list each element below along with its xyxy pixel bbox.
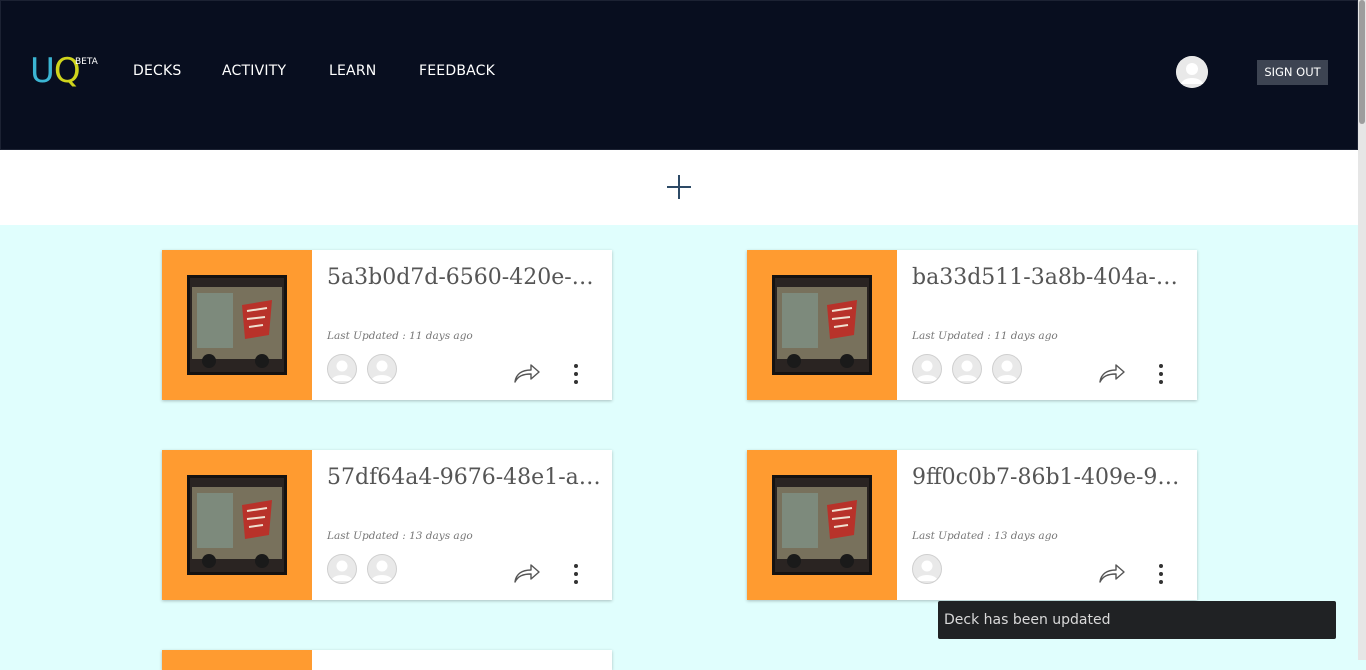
deck-title[interactable]: 9ff0c0b7-86b1-409e-9f… [912, 465, 1187, 490]
collaborator-silhouette-icon [996, 360, 1018, 381]
user-silhouette-icon [1176, 56, 1208, 88]
nav-activity[interactable]: ACTIVITY [222, 63, 286, 79]
deck-title[interactable]: 57df64a4-9676-48e1-a… [327, 465, 602, 490]
deck-cover-image [187, 475, 287, 575]
nav-feedback[interactable]: FEEDBACK [419, 63, 495, 79]
deck-last-updated: Last Updated : 13 days ago [327, 530, 473, 542]
collaborator-avatar[interactable] [367, 554, 397, 584]
deck-card-partial[interactable] [162, 650, 612, 670]
deck-card[interactable]: ba33d511-3a8b-404a-b… Last Updated : 11 d… [747, 250, 1197, 400]
deck-cover-image [772, 475, 872, 575]
collaborator-avatar[interactable] [327, 554, 357, 584]
collaborator-avatar[interactable] [912, 354, 942, 384]
more-vert-icon[interactable] [1153, 562, 1169, 586]
deck-title[interactable]: ba33d511-3a8b-404a-b… [912, 265, 1187, 290]
share-icon[interactable] [513, 562, 541, 584]
user-avatar[interactable] [1176, 56, 1208, 88]
more-vert-icon[interactable] [568, 362, 584, 386]
deck-cover-image [772, 275, 872, 375]
deck-thumbnail[interactable] [747, 250, 897, 400]
nav-decks[interactable]: DECKS [133, 63, 181, 79]
beta-badge: BETA [75, 57, 98, 67]
deck-thumbnail [162, 650, 312, 670]
deck-last-updated: Last Updated : 11 days ago [912, 330, 1058, 342]
collaborator-silhouette-icon [956, 360, 978, 381]
sign-out-button[interactable]: SIGN OUT [1257, 60, 1328, 85]
collaborator-silhouette-icon [371, 560, 393, 581]
top-header: UQ BETA DECKS ACTIVITY LEARN FEEDBACK SI… [0, 0, 1358, 150]
collaborator-silhouette-icon [916, 360, 938, 381]
deck-card[interactable]: 57df64a4-9676-48e1-a… Last Updated : 13 d… [162, 450, 612, 600]
deck-thumbnail[interactable] [162, 450, 312, 600]
scrollbar-thumb[interactable] [1359, 0, 1365, 124]
deck-card[interactable]: 5a3b0d7d-6560-420e-… Last Updated : 11 da… [162, 250, 612, 400]
collaborator-avatar[interactable] [952, 354, 982, 384]
share-icon[interactable] [513, 362, 541, 384]
toast-notification: Deck has been updated [938, 601, 1336, 639]
collaborator-silhouette-icon [331, 360, 353, 381]
collaborator-avatar[interactable] [327, 354, 357, 384]
more-vert-icon[interactable] [1153, 362, 1169, 386]
share-icon[interactable] [1098, 362, 1126, 384]
deck-last-updated: Last Updated : 13 days ago [912, 530, 1058, 542]
logo[interactable]: UQ BETA [30, 51, 98, 93]
nav-learn[interactable]: LEARN [329, 63, 376, 79]
collaborator-avatar[interactable] [992, 354, 1022, 384]
logo-letter-u: U [30, 51, 55, 91]
collaborator-avatar[interactable] [912, 554, 942, 584]
deck-title[interactable]: 5a3b0d7d-6560-420e-… [327, 265, 602, 290]
share-icon[interactable] [1098, 562, 1126, 584]
plus-icon[interactable] [666, 174, 692, 200]
deck-cover-image [187, 275, 287, 375]
deck-thumbnail[interactable] [747, 450, 897, 600]
collaborator-silhouette-icon [331, 560, 353, 581]
collaborator-silhouette-icon [916, 560, 938, 581]
collaborator-silhouette-icon [371, 360, 393, 381]
deck-thumbnail[interactable] [162, 250, 312, 400]
deck-card[interactable]: 9ff0c0b7-86b1-409e-9f… Last Updated : 13 … [747, 450, 1197, 600]
deck-last-updated: Last Updated : 11 days ago [327, 330, 473, 342]
more-vert-icon[interactable] [568, 562, 584, 586]
collaborator-avatar[interactable] [367, 354, 397, 384]
